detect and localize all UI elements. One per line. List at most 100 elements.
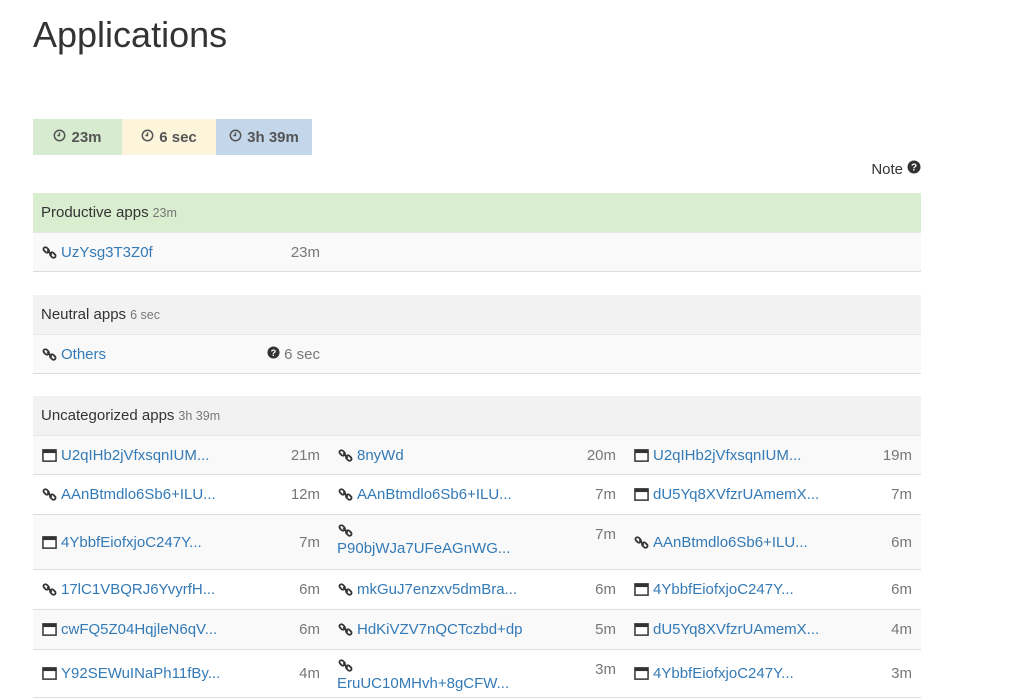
app-cell: UzYsg3T3Z0f 23m <box>33 233 329 271</box>
uncategorized-time-chip[interactable]: 3h 39m <box>216 119 312 155</box>
app-link[interactable]: EruUC10MHvh+8gCFW... <box>337 650 616 692</box>
app-link[interactable]: AAnBtmdlo6Sb6+ILU... <box>337 486 512 503</box>
app-link[interactable]: 17lC1VBQRJ6YvyrfH... <box>41 581 215 598</box>
app-time: 7m <box>299 533 320 551</box>
app-cell: dU5Yq8XVfzrUAmemX... 7m <box>625 475 921 514</box>
productive-time-label: 23m <box>71 128 102 146</box>
app-name: EruUC10MHvh+8gCFW... <box>337 674 510 692</box>
app-time: 4m <box>299 665 320 682</box>
table-row: cwFQ5Z04HqjleN6qV... 6m HdKiVZV7nQCTczbd+d… <box>33 610 921 650</box>
app-name: Y92SEWuINaPh11fBy... <box>61 665 221 682</box>
section-duration: 23m <box>152 205 177 220</box>
app-cell: cwFQ5Z04HqjleN6qV... 6m <box>33 610 329 649</box>
app-name: AAnBtmdlo6Sb6+ILU... <box>61 486 216 503</box>
app-time: 4m <box>891 621 912 638</box>
app-name: HdKiVZV7nQCTczbd+dp <box>357 621 523 638</box>
link-icon <box>41 346 57 362</box>
app-link[interactable]: dU5Yq8XVfzrUAmemX... <box>633 486 819 503</box>
window-icon <box>41 622 57 638</box>
app-link[interactable]: AAnBtmdlo6Sb6+ILU... <box>633 534 808 551</box>
app-time: 6m <box>299 621 320 638</box>
app-name: 4YbbfEiofxjoC247Y... <box>61 533 202 551</box>
note-link[interactable]: Note ? <box>871 160 921 178</box>
app-cell: AAnBtmdlo6Sb6+ILU... 7m <box>329 475 625 514</box>
window-icon <box>633 447 649 463</box>
time-summary-bar: 23m 6 sec 3h 39m <box>33 119 312 155</box>
app-link[interactable]: mkGuJ7enzxv5dmBra... <box>337 581 517 598</box>
app-name: mkGuJ7enzxv5dmBra... <box>357 581 518 598</box>
app-name: dU5Yq8XVfzrUAmemX... <box>653 486 820 503</box>
link-icon <box>633 534 649 550</box>
app-cell: dU5Yq8XVfzrUAmemX... 4m <box>625 610 921 649</box>
app-link[interactable]: Others <box>41 346 106 363</box>
app-name: AAnBtmdlo6Sb6+ILU... <box>653 533 808 551</box>
table-row: Y92SEWuINaPh11fBy... 4m EruUC10MHvh+8gCFW.… <box>33 650 921 698</box>
app-time: 5m <box>595 621 616 638</box>
svg-text:?: ? <box>911 163 917 174</box>
app-name: AAnBtmdlo6Sb6+ILU... <box>357 486 512 503</box>
app-link[interactable]: Y92SEWuINaPh11fBy... <box>41 665 220 682</box>
section-title: Neutral apps <box>41 306 127 323</box>
neutral-time-label: 6 sec <box>159 128 197 146</box>
app-name: U2qIHb2jVfxsqnIUM... <box>653 446 802 464</box>
app-time: 7m <box>891 486 912 503</box>
clock-icon <box>141 129 154 146</box>
app-link[interactable]: AAnBtmdlo6Sb6+ILU... <box>41 486 216 503</box>
question-circle-icon[interactable]: ? <box>267 345 280 363</box>
app-name: dU5Yq8XVfzrUAmemX... <box>653 621 820 638</box>
productive-time-chip[interactable]: 23m <box>33 119 122 155</box>
app-time: ? 6 sec <box>267 346 320 363</box>
app-cell: HdKiVZV7nQCTczbd+dp 5m <box>329 610 625 649</box>
table-row: Others ? 6 sec <box>33 335 921 374</box>
app-time: 6m <box>595 581 616 598</box>
app-time: 20m <box>586 446 616 464</box>
app-link[interactable]: 4YbbfEiofxjoC247Y... <box>633 581 794 598</box>
window-icon <box>633 666 649 682</box>
link-icon <box>337 447 353 463</box>
app-name: cwFQ5Z04HqjleN6qV... <box>61 621 218 638</box>
app-link[interactable]: cwFQ5Z04HqjleN6qV... <box>41 621 217 638</box>
app-cell: EruUC10MHvh+8gCFW... 3m <box>329 650 625 697</box>
table-row: UzYsg3T3Z0f 23m <box>33 233 921 272</box>
neutral-apps-section: Neutral apps 6 sec Others ? 6 sec <box>33 295 921 374</box>
app-link[interactable]: U2qIHb2jVfxsqnIUM... <box>633 447 801 464</box>
app-time: 7m <box>595 526 616 543</box>
app-name: P90bjWJa7UFeAGnWG... <box>337 539 511 557</box>
link-icon <box>41 244 57 260</box>
app-time-value: 6 sec <box>284 345 320 363</box>
window-icon <box>41 666 57 682</box>
page-title: Applications <box>33 14 228 55</box>
app-link[interactable]: 4YbbfEiofxjoC247Y... <box>41 534 202 551</box>
clock-icon <box>229 129 242 146</box>
app-cell: 4YbbfEiofxjoC247Y... 6m <box>625 570 921 609</box>
app-link[interactable]: HdKiVZV7nQCTczbd+dp <box>337 621 523 638</box>
section-title: Productive apps <box>41 204 149 221</box>
app-time: 21m <box>290 446 320 464</box>
link-icon <box>41 487 57 503</box>
app-link[interactable]: 8nyWd <box>337 447 404 464</box>
section-duration: 6 sec <box>130 307 160 322</box>
app-link[interactable]: 4YbbfEiofxjoC247Y... <box>633 665 794 682</box>
window-icon <box>633 582 649 598</box>
app-link[interactable]: P90bjWJa7UFeAGnWG... <box>337 515 616 557</box>
productive-apps-section: Productive apps 23m UzYsg3T3Z0f 23m <box>33 193 921 272</box>
app-time: 12m <box>290 486 320 503</box>
app-cell: 17lC1VBQRJ6YvyrfH... 6m <box>33 570 329 609</box>
neutral-time-chip[interactable]: 6 sec <box>122 119 216 155</box>
app-link[interactable]: U2qIHb2jVfxsqnIUM... <box>41 447 209 464</box>
app-time: 3m <box>595 661 616 678</box>
app-name: 4YbbfEiofxjoC247Y... <box>653 665 794 682</box>
app-link[interactable]: UzYsg3T3Z0f <box>41 244 153 261</box>
app-cell: 8nyWd 20m <box>329 436 625 474</box>
uncategorized-apps-header: Uncategorized apps 3h 39m <box>33 396 921 436</box>
window-icon <box>41 447 57 463</box>
app-time: 19m <box>882 446 912 464</box>
app-link[interactable]: dU5Yq8XVfzrUAmemX... <box>633 621 819 638</box>
app-time: 7m <box>595 486 616 503</box>
window-icon <box>633 487 649 503</box>
app-cell: AAnBtmdlo6Sb6+ILU... 12m <box>33 475 329 514</box>
app-name: 8nyWd <box>357 446 404 464</box>
app-cell: AAnBtmdlo6Sb6+ILU... 6m <box>625 515 921 569</box>
link-icon <box>337 657 353 673</box>
neutral-apps-header: Neutral apps 6 sec <box>33 295 921 335</box>
